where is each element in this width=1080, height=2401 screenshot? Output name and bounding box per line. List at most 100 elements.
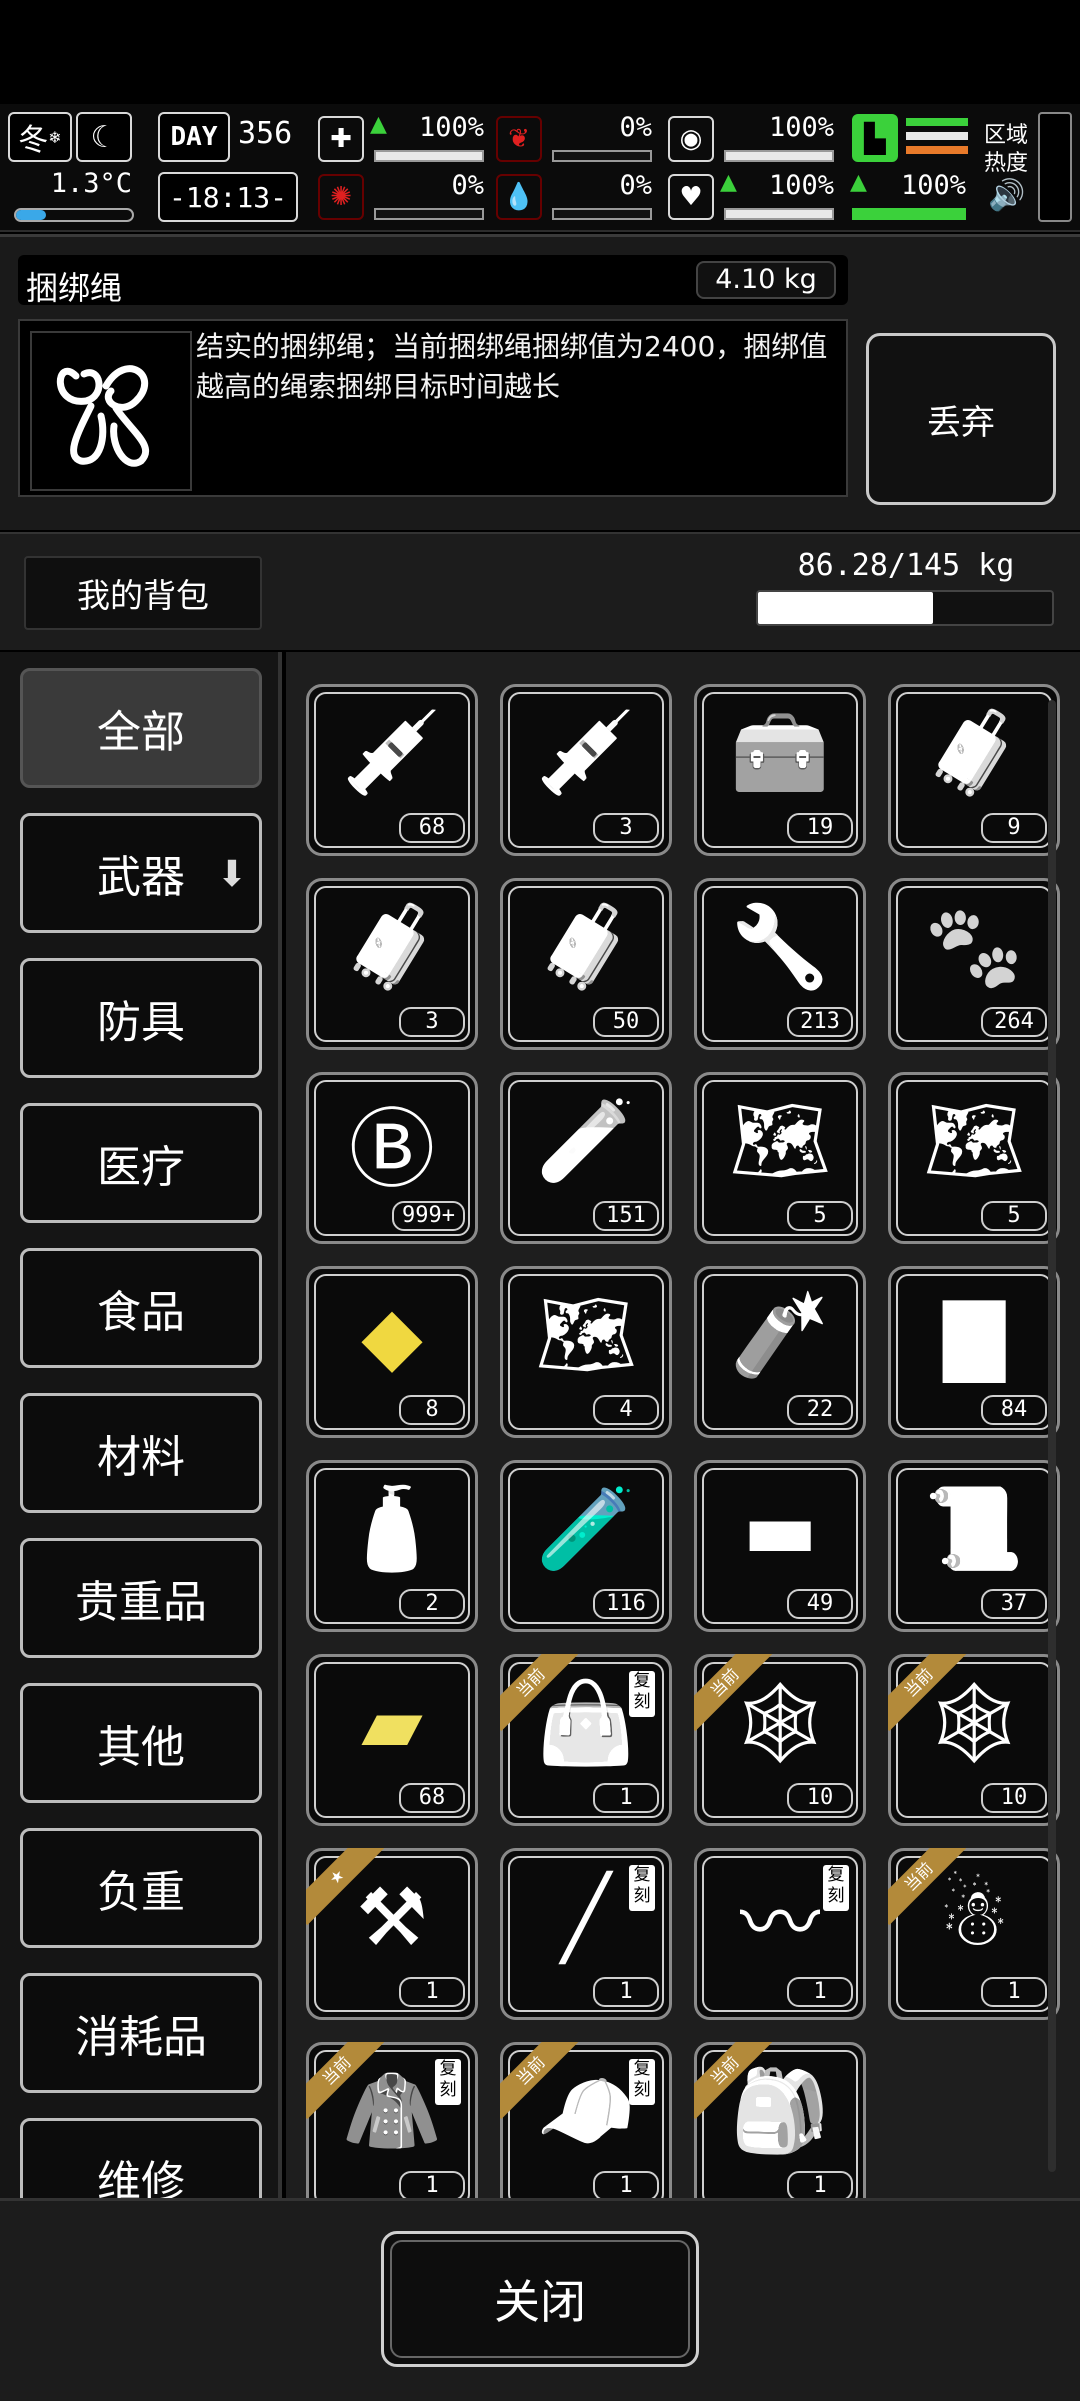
item-count: 151: [593, 1201, 659, 1231]
inventory-slot[interactable]: 🎒 当前 1: [694, 2042, 866, 2198]
ribbon-badge: 当前: [694, 2042, 772, 2120]
infection-stat: ✺ 0%: [318, 170, 488, 226]
inventory-slot[interactable]: 🧰 19: [694, 684, 866, 856]
inventory-slot[interactable]: 🔧 213: [694, 878, 866, 1050]
inventory-slot[interactable]: 🧪 116: [500, 1460, 672, 1632]
system-status-bar: [0, 0, 1080, 104]
ribbon-badge: 当前: [500, 2042, 578, 2120]
inventory-slot[interactable]: 💉 68: [306, 684, 478, 856]
category-6[interactable]: 贵重品: [20, 1538, 262, 1658]
category-label: 食品: [97, 1287, 185, 1338]
item-description: 结实的捆绑绳；当前捆绑绳捆绑值为2400，捆绑值越高的绳索捆绑目标时间越长: [196, 330, 828, 403]
replica-tag: 复刻: [823, 1865, 849, 1911]
tool-bag-icon: 🧰: [730, 706, 830, 799]
up-arrow-icon: ▲: [720, 170, 737, 195]
category-2[interactable]: 防具: [20, 958, 262, 1078]
category-7[interactable]: 其他: [20, 1683, 262, 1803]
virus-icon: ✺: [318, 174, 364, 220]
inventory-slot[interactable]: ▇ 84: [888, 1266, 1060, 1438]
item-count: 1: [981, 1977, 1047, 2007]
inventory-slot[interactable]: 🗺 5: [888, 1072, 1060, 1244]
discard-button[interactable]: 丢弃: [866, 333, 1056, 505]
category-label: 维修: [97, 2157, 185, 2198]
mood-stat: ♥ ▲ 100%: [668, 170, 838, 226]
inventory-slot[interactable]: ◆ 8: [306, 1266, 478, 1438]
test-tube-icon: 🧪: [536, 1094, 636, 1187]
inventory-slot[interactable]: 🗺 4: [500, 1266, 672, 1438]
inventory-slot[interactable]: 👜 当前 复刻 1: [500, 1654, 672, 1826]
replica-tag: 复刻: [629, 1865, 655, 1911]
inventory-slot[interactable]: ╱ 复刻 1: [500, 1848, 672, 2020]
category-label: 负重: [97, 1867, 185, 1918]
category-label: 消耗品: [75, 2012, 207, 2063]
category-sidebar: 全部武器 ⬇ 防具医疗食品材料贵重品其他负重消耗品维修: [0, 652, 282, 2198]
paw-card-icon: 🐾: [924, 900, 1024, 993]
inventory-slot[interactable]: 🧳 50: [500, 878, 672, 1050]
grid-scrollbar[interactable]: [1048, 700, 1056, 2172]
close-button[interactable]: 关闭: [381, 2231, 699, 2367]
inventory-slot[interactable]: 🧳 9: [888, 684, 1060, 856]
temperature-fill: [16, 210, 47, 220]
item-detail-panel: 捆绑绳 4.10 kg 结实的捆绑绳；当前捆绑绳捆绑值为2400，捆绑值越高的绳…: [0, 234, 1080, 530]
map-lv1-icon: 🗺: [535, 1288, 637, 1381]
item-count: 3: [593, 813, 659, 843]
stomach-icon: ❦: [496, 116, 542, 162]
inventory-grid: 💉 68 💉 3 🧰 19 🧳 9 🧳 3 🧳 50 🔧 213 🐾 264 Ⓑ 999+ 🧪 151 🗺 5 🗺 5 ◆ 8 🗺 4…: [286, 652, 1080, 2198]
explosive-can-icon: 🧨: [730, 1288, 830, 1381]
inventory-slot[interactable]: ▰ 68: [306, 1654, 478, 1826]
inventory-slot[interactable]: ▬ 49: [694, 1460, 866, 1632]
category-label: 医疗: [97, 1142, 185, 1193]
speaker-icon[interactable]: 🔊: [988, 178, 1025, 213]
item-count: 1: [399, 1977, 465, 2007]
towel-icon: ▬: [742, 1482, 818, 1576]
category-label: 贵重品: [75, 1577, 207, 1628]
replica-tag: 复刻: [629, 1671, 655, 1717]
category-9[interactable]: 消耗品: [20, 1973, 262, 2093]
category-1[interactable]: 武器 ⬇: [20, 813, 262, 933]
item-count: 3: [399, 1007, 465, 1037]
temperature-value: 1.3°C: [50, 168, 132, 199]
my-backpack-tab[interactable]: 我的背包: [24, 556, 262, 630]
item-count: 68: [399, 1783, 465, 1813]
inventory-slot[interactable]: ⚒ ★ 1: [306, 1848, 478, 2020]
category-3[interactable]: 医疗: [20, 1103, 262, 1223]
category-10[interactable]: 维修: [20, 2118, 262, 2198]
category-4[interactable]: 食品: [20, 1248, 262, 1368]
inventory-slot[interactable]: 🧪 151: [500, 1072, 672, 1244]
inventory-slot[interactable]: 🧢 当前 复刻 1: [500, 2042, 672, 2198]
inventory-slot[interactable]: 🗺 5: [694, 1072, 866, 1244]
season-badge: 冬 ❄: [8, 112, 72, 162]
inventory-slot[interactable]: 🧨 22: [694, 1266, 866, 1438]
inventory-slot[interactable]: 🕸 当前 10: [694, 1654, 866, 1826]
inventory-slot[interactable]: 🧳 3: [306, 878, 478, 1050]
item-name: 捆绑绳: [26, 269, 123, 307]
boot-icon: ▙: [852, 114, 898, 162]
region-heat-label: 区域 热度: [984, 123, 1029, 176]
inventory-slot[interactable]: 💉 3: [500, 684, 672, 856]
category-0[interactable]: 全部: [20, 668, 262, 788]
inventory-slot[interactable]: 🕸 当前 10: [888, 1654, 1060, 1826]
item-weight: 4.10 kg: [696, 261, 836, 299]
item-name-bar: 捆绑绳 4.10 kg: [18, 255, 848, 307]
inventory-slot[interactable]: 🧴 2: [306, 1460, 478, 1632]
category-8[interactable]: 负重: [20, 1828, 262, 1948]
inventory-slot[interactable]: ☃ 当前 1: [888, 1848, 1060, 2020]
category-label: 武器: [97, 852, 185, 903]
inventory-slot[interactable]: 📜 37: [888, 1460, 1060, 1632]
item-count: 49: [787, 1589, 853, 1619]
inventory-slot[interactable]: 〰复刻 1: [694, 1848, 866, 2020]
category-label: 防具: [97, 997, 185, 1048]
chest-icon: 🧳: [924, 706, 1024, 799]
category-5[interactable]: 材料: [20, 1393, 262, 1513]
item-count: 9: [981, 813, 1047, 843]
item-count: 1: [787, 1977, 853, 2007]
stamina-stat: ▲ 100%: [848, 170, 970, 226]
inventory-slot[interactable]: 🐾 264: [888, 878, 1060, 1050]
ribbon-badge: 当前: [888, 1654, 966, 1732]
moon-icon: ☾: [76, 112, 132, 162]
inventory-slot[interactable]: 🧥 当前 复刻 1: [306, 2042, 478, 2198]
heart-icon: ♥: [668, 174, 714, 220]
bleeding-stat: 💧 0%: [496, 170, 656, 226]
inventory-slot[interactable]: Ⓑ 999+: [306, 1072, 478, 1244]
backpack-header: 我的背包 86.28/145 kg: [0, 532, 1080, 650]
